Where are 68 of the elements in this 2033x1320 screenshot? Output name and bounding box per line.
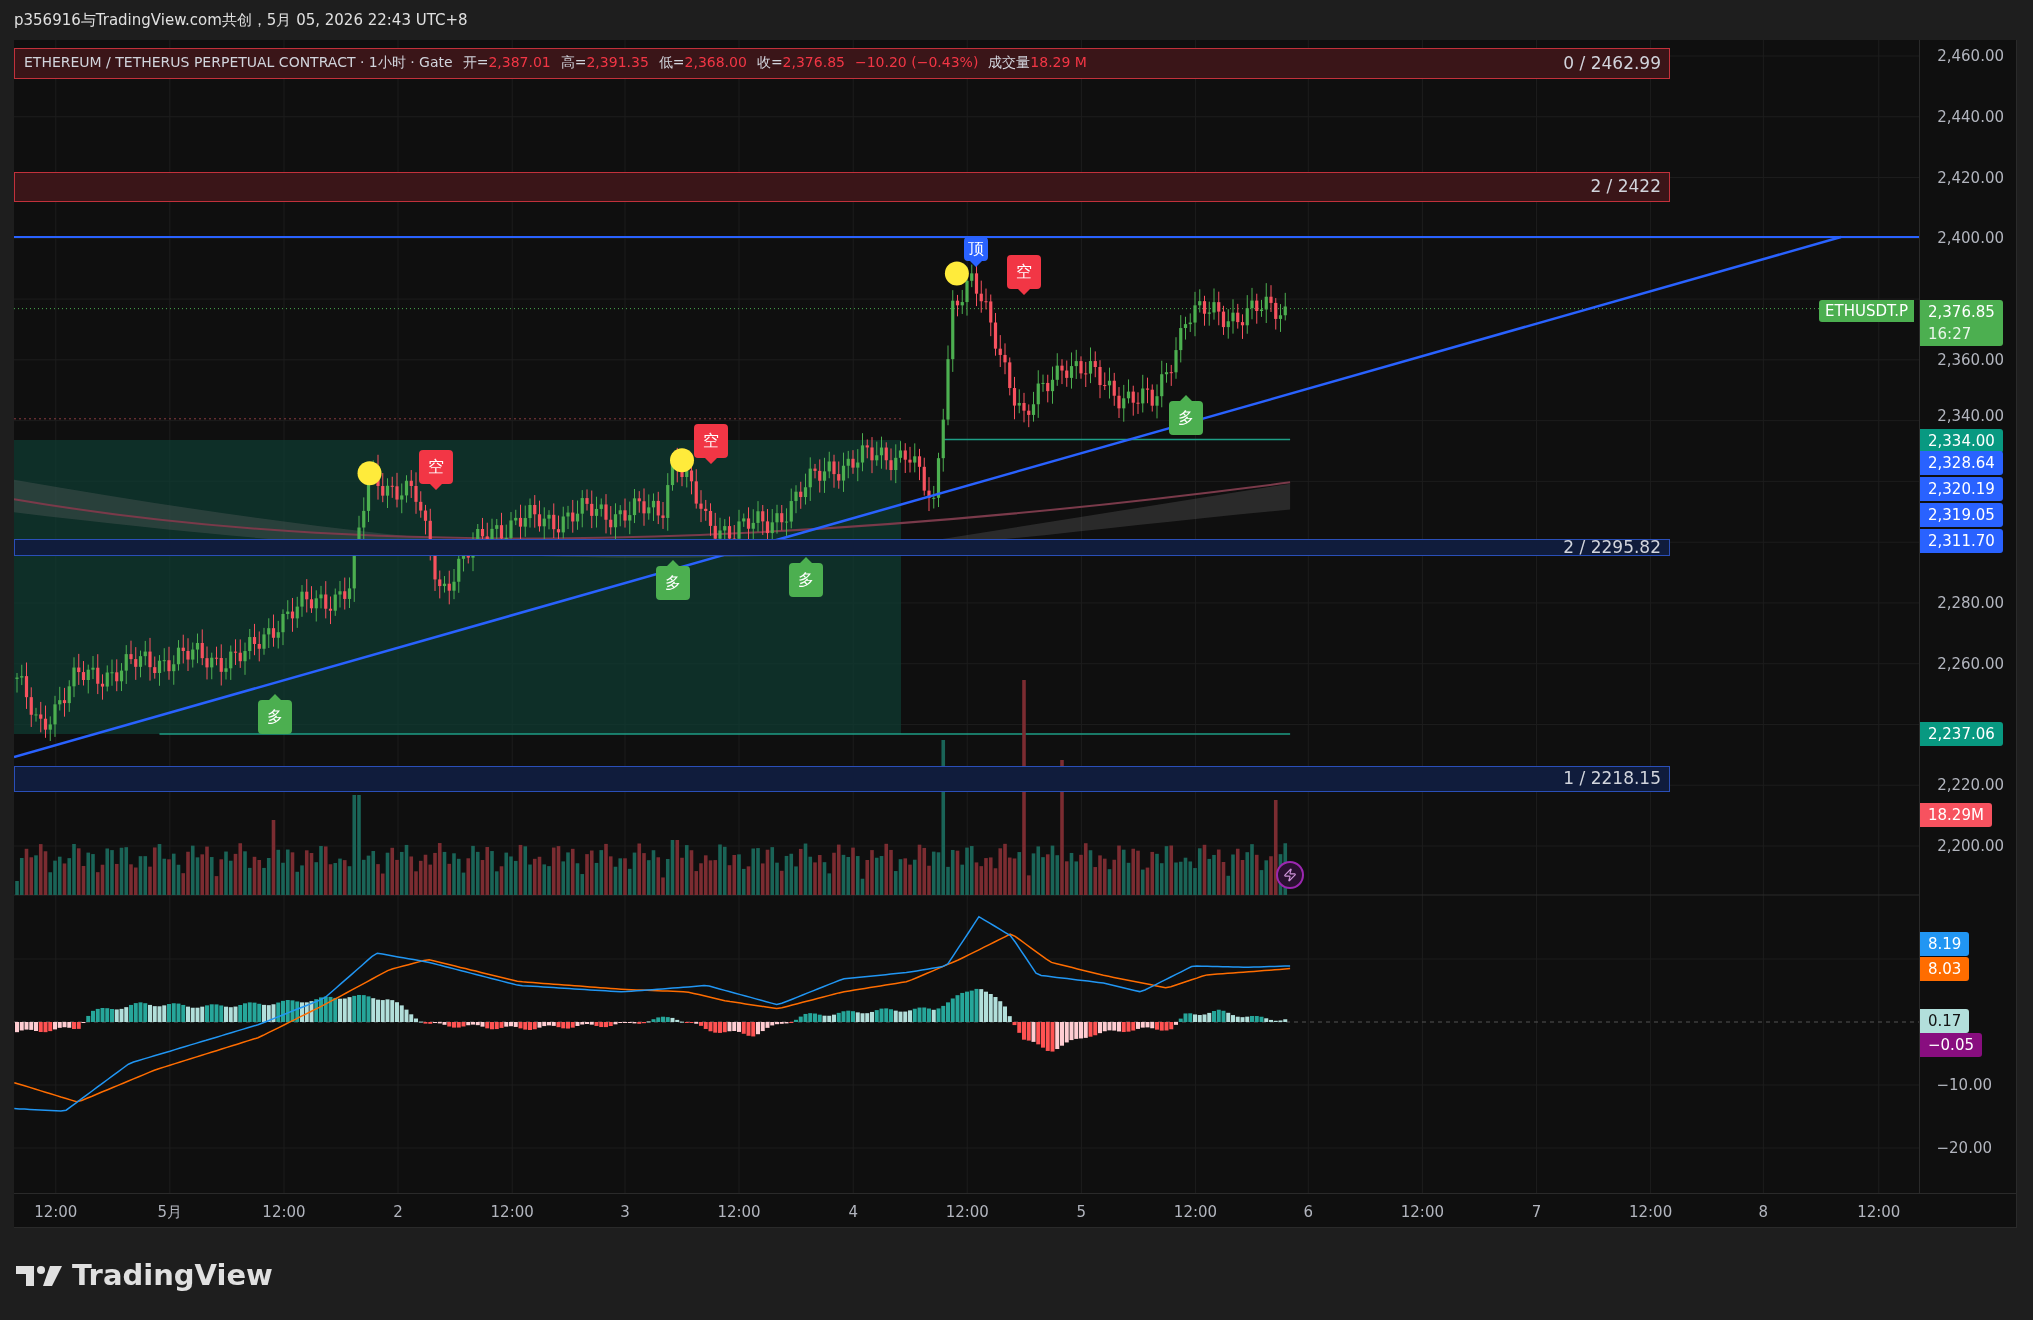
signal-dot-icon <box>670 448 694 473</box>
signal-dot-icon <box>357 461 382 486</box>
time-axis-label: 12:00 <box>1173 1202 1218 1223</box>
signal-label: 空 <box>1007 255 1042 296</box>
signal-label: 多 <box>1169 395 1204 436</box>
price-tag: 2,237.06 <box>1920 722 2003 746</box>
signal-label: 多 <box>789 557 824 598</box>
price-axis-label: 2,260.00 <box>1937 653 2004 675</box>
price-axis-label: 2,420.00 <box>1937 167 2004 189</box>
signal-label: 空 <box>693 423 728 464</box>
time-axis-label: 8 <box>1758 1202 1769 1223</box>
signal-label: 多 <box>257 693 292 734</box>
price-tag: 2,334.00 <box>1920 429 2003 453</box>
price-tag: 2,320.19 <box>1920 477 2003 501</box>
price-tag: 2,311.70 <box>1920 529 2003 553</box>
price-axis-label: 2,400.00 <box>1937 228 2004 250</box>
ohlc-value: 开=2,387.01 <box>462 53 551 72</box>
time-axis-label: 12:00 <box>1628 1202 1673 1223</box>
time-axis-label: 7 <box>1531 1202 1542 1223</box>
price-axis-label: 2,200.00 <box>1937 836 2004 857</box>
price-axis-label: 2,220.00 <box>1937 775 2004 797</box>
price-tag: 8.19 <box>1920 932 1970 956</box>
time-axis-label: 12:00 <box>1400 1202 1444 1223</box>
price-tag: −0.05 <box>1920 1033 1982 1057</box>
time-axis-label: 4 <box>848 1202 858 1223</box>
zone-label: 1 / 2218.15 <box>1563 767 1661 791</box>
price-tag: 18.29M <box>1920 803 1992 827</box>
lightning-icon <box>1276 861 1305 890</box>
signal-dot-icon <box>944 261 969 286</box>
change-value: −10.20 (−0.43%) <box>854 53 979 72</box>
oscillator-axis-label: −10.00 <box>1936 1075 1992 1096</box>
signal-label: 多 <box>655 560 690 600</box>
time-axis-label: 6 <box>1303 1202 1314 1223</box>
price-axis-label: 2,360.00 <box>1937 349 2004 371</box>
zone-label: 2 / 2422 <box>1590 175 1661 199</box>
time-axis-label: 12:00 <box>717 1202 761 1223</box>
price-axis-label: 2,440.00 <box>1937 106 2004 128</box>
time-axis-label: 5月 <box>157 1202 183 1223</box>
volume-value: 成交量18.29 M <box>988 53 1087 72</box>
time-axis-label: 12:00 <box>945 1202 989 1223</box>
symbol-title: ETHEREUM / TETHERUS PERPETUAL CONTRACT · 1小时 · Gate <box>24 53 453 72</box>
price-tag: 2,376.85 16:27 <box>1920 300 2003 346</box>
oscillator-axis-label: −20.00 <box>1936 1138 1992 1159</box>
price-tag: 2,328.64 <box>1920 451 2003 475</box>
ohlc-value: 高=2,391.35 <box>560 53 649 72</box>
price-tag: 8.03 <box>1920 957 1970 981</box>
signal-label: 顶 <box>964 236 989 267</box>
time-axis-label: 2 <box>393 1202 403 1223</box>
price-axis-label: 2,280.00 <box>1937 592 2004 614</box>
brand-name: TradingView <box>72 1257 273 1294</box>
time-axis-label: 3 <box>620 1202 630 1223</box>
zone-label: 2 / 2295.82 <box>1563 535 1661 559</box>
time-axis-label: 12:00 <box>262 1202 306 1223</box>
time-axis-label: 5 <box>1076 1202 1087 1223</box>
zone-label: 0 / 2462.99 <box>1563 51 1661 75</box>
ohlc-value: 收=2,376.85 <box>756 53 845 72</box>
price-axis-label: 2,460.00 <box>1937 46 2004 67</box>
price-tag: 0.17 <box>1920 1009 1970 1033</box>
time-axis-label: 12:00 <box>490 1202 534 1223</box>
logo-icon <box>16 1263 64 1288</box>
ohlc-value: 低=2,368.00 <box>658 53 747 72</box>
header-text: p356916与TradingView.com共创，5月 05, 2026 22:43 UTC+8 <box>14 9 468 31</box>
time-axis-label: 12:00 <box>34 1202 78 1223</box>
time-axis-label: 12:00 <box>1857 1202 1901 1223</box>
symbol-tag: ETHUSDT.P <box>1819 300 1915 322</box>
price-axis-label: 2,340.00 <box>1937 405 2004 427</box>
signal-label: 空 <box>418 449 453 490</box>
price-tag: 2,319.05 <box>1920 503 2003 527</box>
